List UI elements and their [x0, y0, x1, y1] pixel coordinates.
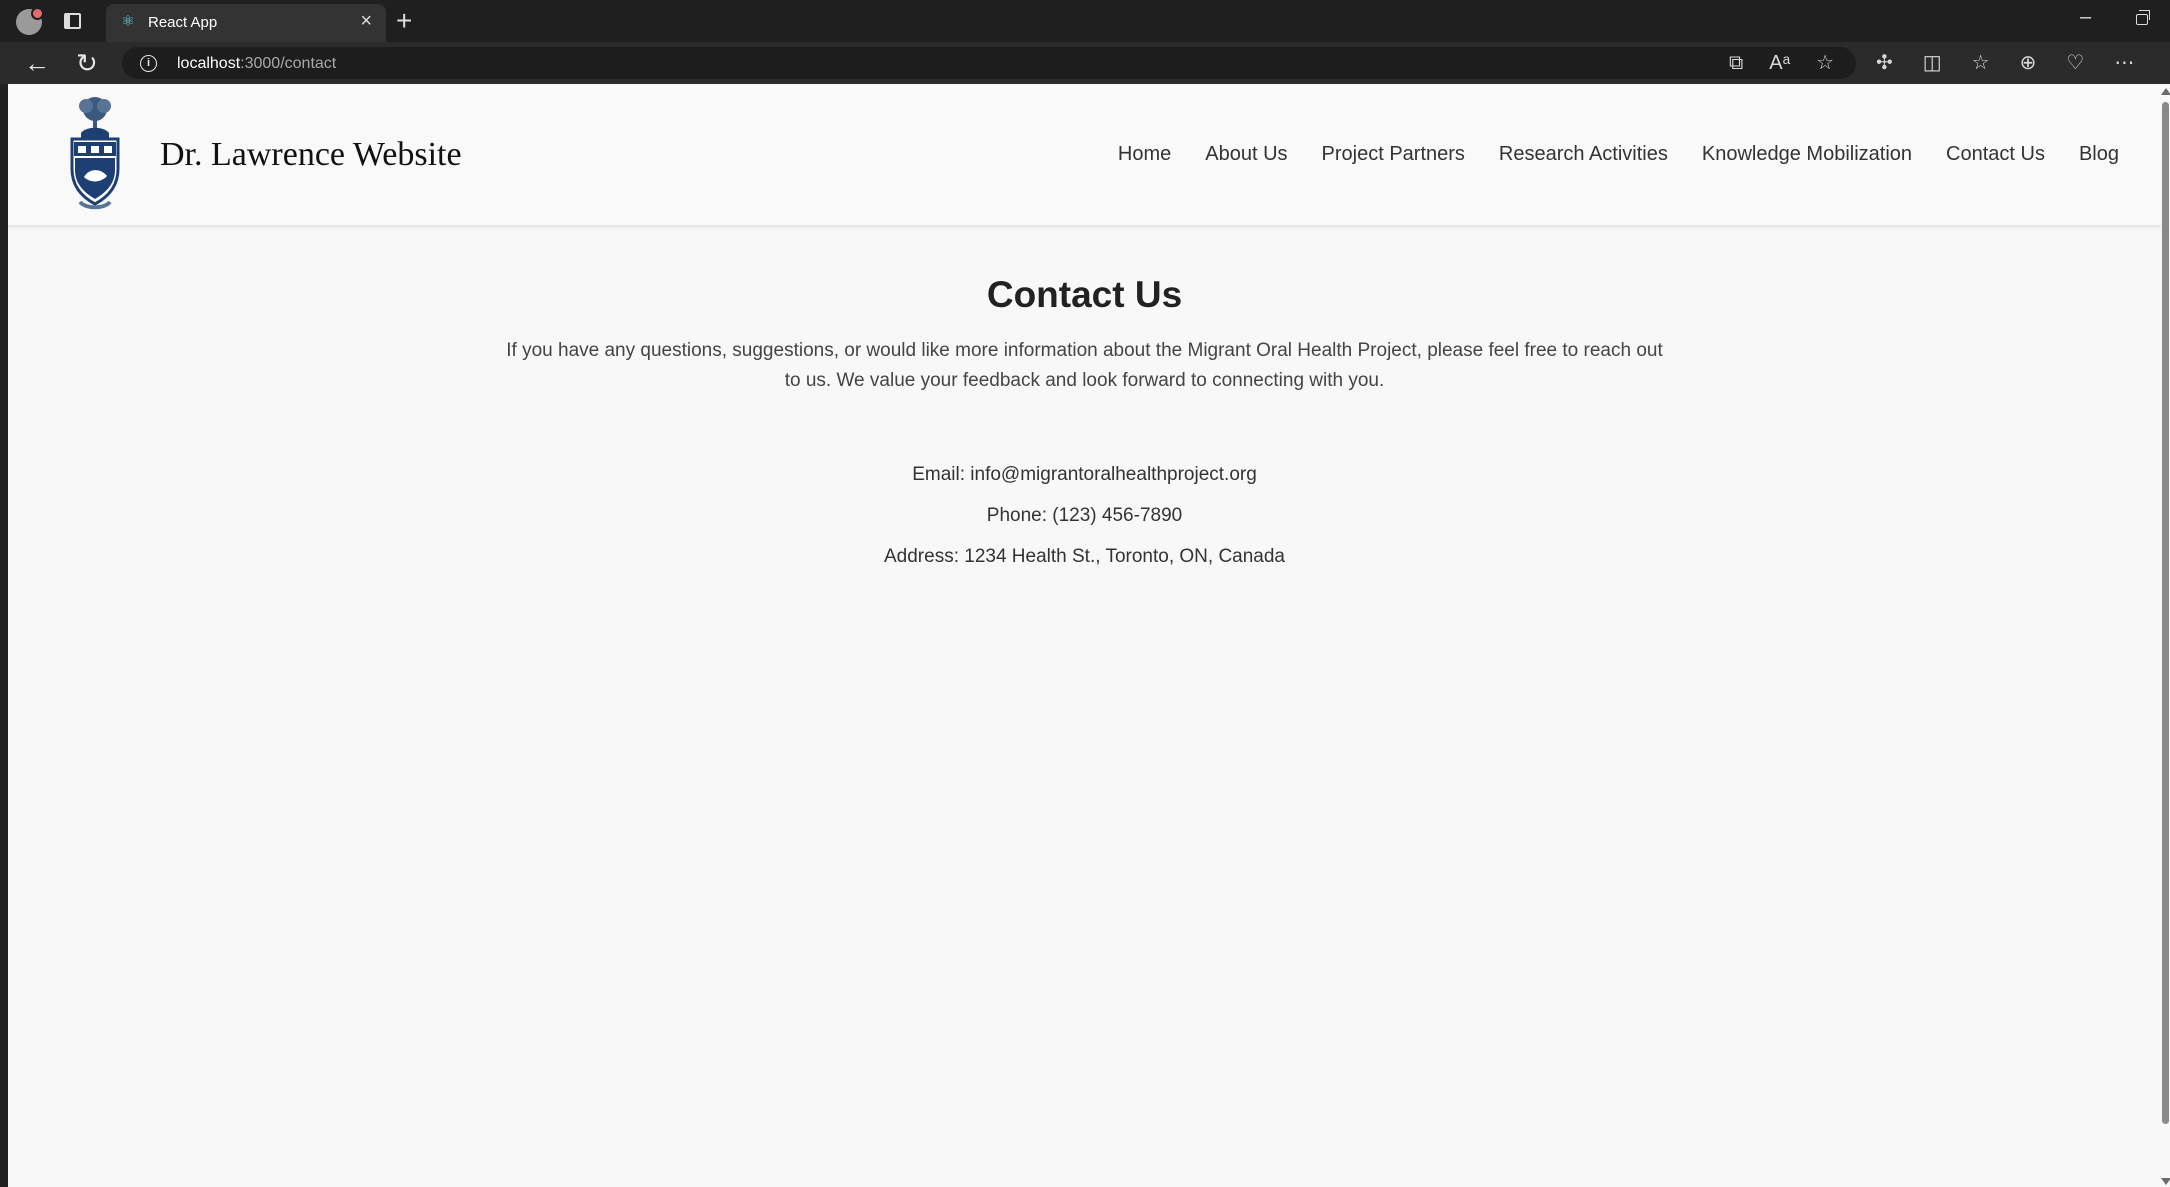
nav-about-us[interactable]: About Us [1205, 143, 1287, 166]
contact-phone: Phone: (123) 456-7890 [986, 505, 1183, 526]
favorites-icon[interactable]: ☆ [1972, 52, 1990, 74]
nav-home[interactable]: Home [1118, 143, 1171, 166]
url-text[interactable]: localhost:3000/contact [177, 55, 336, 73]
nav-research-activities[interactable]: Research Activities [1499, 143, 1668, 166]
collections-icon[interactable]: ⊕ [2020, 52, 2037, 74]
contact-content: Contact Us If you have any questions, su… [8, 274, 2161, 577]
contact-email: Email: info@migrantoralhealthproject.org [912, 464, 1257, 485]
scroll-up-icon[interactable] [2161, 88, 2170, 95]
contact-intro: If you have any questions, suggestions, … [506, 340, 1663, 391]
university-crest-logo-icon [70, 97, 120, 210]
address-bar[interactable]: i localhost:3000/contact ⧉ Aᵃ ☆ [122, 47, 1856, 79]
main-navigation: Home About Us Project Partners Research … [1118, 143, 2119, 166]
profile-icon[interactable] [16, 7, 44, 35]
back-icon[interactable]: ← [24, 48, 50, 78]
minimize-window-button[interactable]: – [2080, 6, 2091, 29]
nav-blog[interactable]: Blog [2079, 143, 2119, 166]
site-title: Dr. Lawrence Website [160, 136, 462, 173]
read-aloud-icon[interactable]: Aᵃ [1769, 52, 1790, 74]
browser-essentials-icon[interactable]: ♡ [2066, 52, 2084, 74]
tab-title: React App [148, 14, 218, 31]
vertical-scrollbar[interactable] [2161, 84, 2170, 1187]
restore-window-icon[interactable] [2136, 10, 2150, 25]
more-icon[interactable]: ⋯ [2114, 52, 2134, 74]
nav-knowledge-mobilization[interactable]: Knowledge Mobilization [1702, 143, 1912, 166]
new-tab-button[interactable]: + [396, 4, 412, 38]
reload-icon[interactable]: ↻ [76, 48, 98, 78]
nav-contact-us[interactable]: Contact Us [1946, 143, 2045, 166]
scrollbar-thumb[interactable] [2162, 102, 2169, 1124]
site-info-icon[interactable]: i [140, 55, 157, 72]
scroll-down-icon[interactable] [2161, 1178, 2170, 1185]
close-tab-icon[interactable]: × [360, 11, 372, 31]
tab-actions-icon[interactable] [64, 13, 81, 29]
browser-toolbar: ← ↻ i localhost:3000/contact ⧉ Aᵃ ☆ ✣ ◫ … [0, 42, 2170, 84]
page-title: Contact Us [986, 274, 1183, 315]
react-icon: ⚛ [121, 13, 135, 30]
favorite-icon[interactable]: ☆ [1816, 52, 1834, 74]
extensions-icon[interactable]: ✣ [1876, 52, 1893, 74]
open-in-app-icon[interactable]: ⧉ [1729, 52, 1743, 74]
nav-project-partners[interactable]: Project Partners [1322, 143, 1465, 166]
webpage-viewport: Dr. Lawrence Website Home About Us Proje… [8, 84, 2161, 1187]
browser-tab[interactable]: ⚛ React App × [106, 4, 386, 42]
site-header: Dr. Lawrence Website Home About Us Proje… [8, 84, 2161, 227]
browser-tab-strip: ⚛ React App × + – [0, 0, 2170, 42]
split-screen-icon[interactable]: ◫ [1923, 52, 1942, 74]
contact-details: Email: info@migrantoralhealthproject.org… [8, 454, 2161, 577]
contact-address: Address: 1234 Health St., Toronto, ON, C… [884, 546, 1285, 567]
